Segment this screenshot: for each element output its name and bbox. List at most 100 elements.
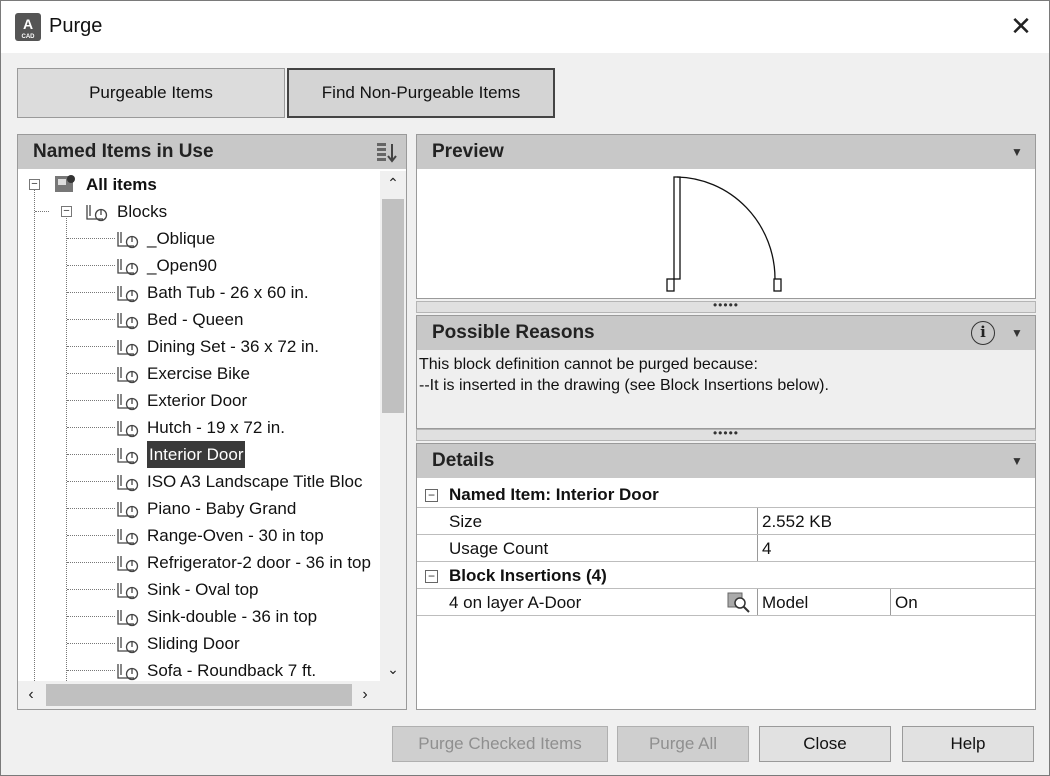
collapse-icon[interactable]: −: [61, 206, 72, 217]
app-icon-sub: CAD: [21, 34, 35, 40]
block-icon: [117, 394, 139, 411]
tree-item-block[interactable]: Bed - Queen: [18, 306, 378, 333]
scroll-up-icon[interactable]: ⌃: [380, 171, 406, 195]
details-row-usage-count: Usage Count 4: [417, 535, 1035, 562]
interior-door-preview: [666, 176, 782, 292]
app-icon-letter: A: [22, 16, 34, 32]
details-title: Details: [432, 450, 495, 471]
autocad-app-icon: A CAD: [15, 13, 41, 41]
chevron-down-icon[interactable]: ▼: [1007, 316, 1027, 350]
vertical-scroll-thumb[interactable]: [382, 199, 404, 413]
tree-item-label: _Open90: [147, 256, 217, 275]
tree-item-block[interactable]: _Open90: [18, 252, 378, 279]
named-item-group-label: Named Item: Interior Door: [449, 485, 659, 504]
size-value: 2.552 KB: [757, 508, 1035, 534]
purge-all-button[interactable]: Purge All: [617, 726, 749, 762]
tree-item-block[interactable]: Dining Set - 36 x 72 in.: [18, 333, 378, 360]
tree-item-label: Refrigerator-2 door - 36 in top: [147, 553, 371, 572]
tree-item-block[interactable]: Sink - Oval top: [18, 576, 378, 603]
block-icon: [117, 367, 139, 384]
tree-item-label: Range-Oven - 30 in top: [147, 526, 324, 545]
named-item-group-row[interactable]: − Named Item: Interior Door: [417, 481, 1035, 508]
block-icon: [117, 583, 139, 600]
help-button[interactable]: Help: [902, 726, 1034, 762]
chevron-down-icon[interactable]: ▼: [1007, 444, 1027, 478]
chevron-down-icon[interactable]: ▼: [1007, 135, 1027, 169]
sort-icon[interactable]: [374, 140, 398, 164]
tree-item-label: Sink-double - 36 in top: [147, 607, 318, 626]
tree-item-label: Bath Tub - 26 x 60 in.: [147, 283, 309, 302]
tree-item-block[interactable]: Interior Door: [18, 441, 378, 468]
tree-vertical-scrollbar[interactable]: ⌃ ⌄: [380, 171, 406, 681]
tree-item-label: Sink - Oval top: [147, 580, 259, 599]
block-icon: [117, 313, 139, 330]
block-icon: [117, 286, 139, 303]
tree-group-label: Blocks: [117, 202, 168, 221]
preview-header[interactable]: Preview: [417, 135, 1035, 169]
tab-purgeable-items[interactable]: Purgeable Items: [17, 68, 285, 118]
tree-item-block[interactable]: Refrigerator-2 door - 36 in top: [18, 549, 378, 576]
tree-item-block[interactable]: ISO A3 Landscape Title Bloc: [18, 468, 378, 495]
scroll-left-icon[interactable]: ‹: [18, 681, 44, 709]
tree-item-block[interactable]: Sink-double - 36 in top: [18, 603, 378, 630]
close-icon[interactable]: ✕: [1006, 11, 1036, 41]
tree-root-all-items[interactable]: − All items: [18, 171, 378, 198]
tree-item-label: Sliding Door: [147, 634, 240, 653]
possible-reasons-panel: Possible Reasons i ▼ This block definiti…: [416, 315, 1036, 429]
possible-reasons-title: Possible Reasons: [432, 322, 595, 343]
title-bar: A CAD Purge ✕: [1, 1, 1049, 53]
block-icon: [117, 502, 139, 519]
horizontal-scroll-thumb[interactable]: [46, 684, 352, 706]
tree-group-blocks[interactable]: − Blocks: [18, 198, 378, 225]
details-panel: Details ▼ − Named Item: Interior Door Si…: [416, 443, 1036, 710]
collapse-icon[interactable]: −: [29, 179, 40, 190]
scroll-down-icon[interactable]: ⌄: [380, 657, 406, 681]
insertion-row[interactable]: 4 on layer A-Door Model On: [417, 589, 1035, 616]
tree-item-block[interactable]: Exercise Bike: [18, 360, 378, 387]
usage-count-value: 4: [757, 535, 1035, 561]
block-icon: [117, 421, 139, 438]
named-items-header: Named Items in Use: [18, 135, 406, 169]
reasons-splitter[interactable]: •••••: [416, 427, 1036, 441]
collapse-icon[interactable]: −: [425, 570, 438, 583]
tree-item-block[interactable]: Sofa - Roundback 7 ft.: [18, 657, 378, 681]
insertion-state-value: On: [890, 589, 1035, 615]
scroll-right-icon[interactable]: ›: [352, 681, 378, 709]
window-title: Purge: [49, 15, 103, 37]
reason-line-1: This block definition cannot be purged b…: [419, 356, 758, 373]
block-insertions-group-label: Block Insertions (4): [449, 566, 607, 585]
close-button[interactable]: Close: [759, 726, 891, 762]
tree-item-label: Sofa - Roundback 7 ft.: [147, 661, 317, 680]
tree-item-label: ISO A3 Landscape Title Bloc: [147, 472, 363, 491]
named-items-panel: Named Items in Use − All items − Blocks …: [17, 134, 407, 710]
zoom-to-insertion-icon[interactable]: [727, 592, 751, 614]
tree-item-block[interactable]: Range-Oven - 30 in top: [18, 522, 378, 549]
tree-item-block[interactable]: Exterior Door: [18, 387, 378, 414]
preview-splitter[interactable]: •••••: [416, 299, 1036, 313]
purge-checked-items-button[interactable]: Purge Checked Items: [392, 726, 608, 762]
insertion-space-value: Model: [757, 589, 890, 615]
tree-item-label: Hutch - 19 x 72 in.: [147, 418, 285, 437]
block-insertions-group-row[interactable]: − Block Insertions (4): [417, 562, 1035, 589]
info-icon[interactable]: i: [971, 321, 995, 345]
tree-item-label: Bed - Queen: [147, 310, 244, 329]
tree-item-block[interactable]: _Oblique: [18, 225, 378, 252]
collapse-icon[interactable]: −: [425, 489, 438, 502]
tree-item-label: Exterior Door: [147, 391, 248, 410]
possible-reasons-header[interactable]: Possible Reasons: [417, 316, 1035, 350]
block-icon: [117, 448, 139, 465]
details-header[interactable]: Details: [417, 444, 1035, 478]
tree-item-block[interactable]: Piano - Baby Grand: [18, 495, 378, 522]
tree-item-block[interactable]: Bath Tub - 26 x 60 in.: [18, 279, 378, 306]
tab-find-non-purgeable-items[interactable]: Find Non-Purgeable Items: [287, 68, 555, 118]
size-label: Size: [449, 512, 483, 531]
tree-horizontal-scrollbar[interactable]: ‹ ›: [18, 681, 406, 709]
tree-item-block[interactable]: Hutch - 19 x 72 in.: [18, 414, 378, 441]
preview-title: Preview: [432, 141, 504, 162]
named-items-tree: − All items − Blocks _Oblique _Open90 Bath…: [18, 171, 380, 681]
tree-item-block[interactable]: Sliding Door: [18, 630, 378, 657]
tree-item-label: Exercise Bike: [147, 364, 250, 383]
tree-item-label: Interior Door: [147, 441, 246, 468]
named-items-title: Named Items in Use: [33, 141, 214, 162]
preview-panel: Preview ▼: [416, 134, 1036, 299]
